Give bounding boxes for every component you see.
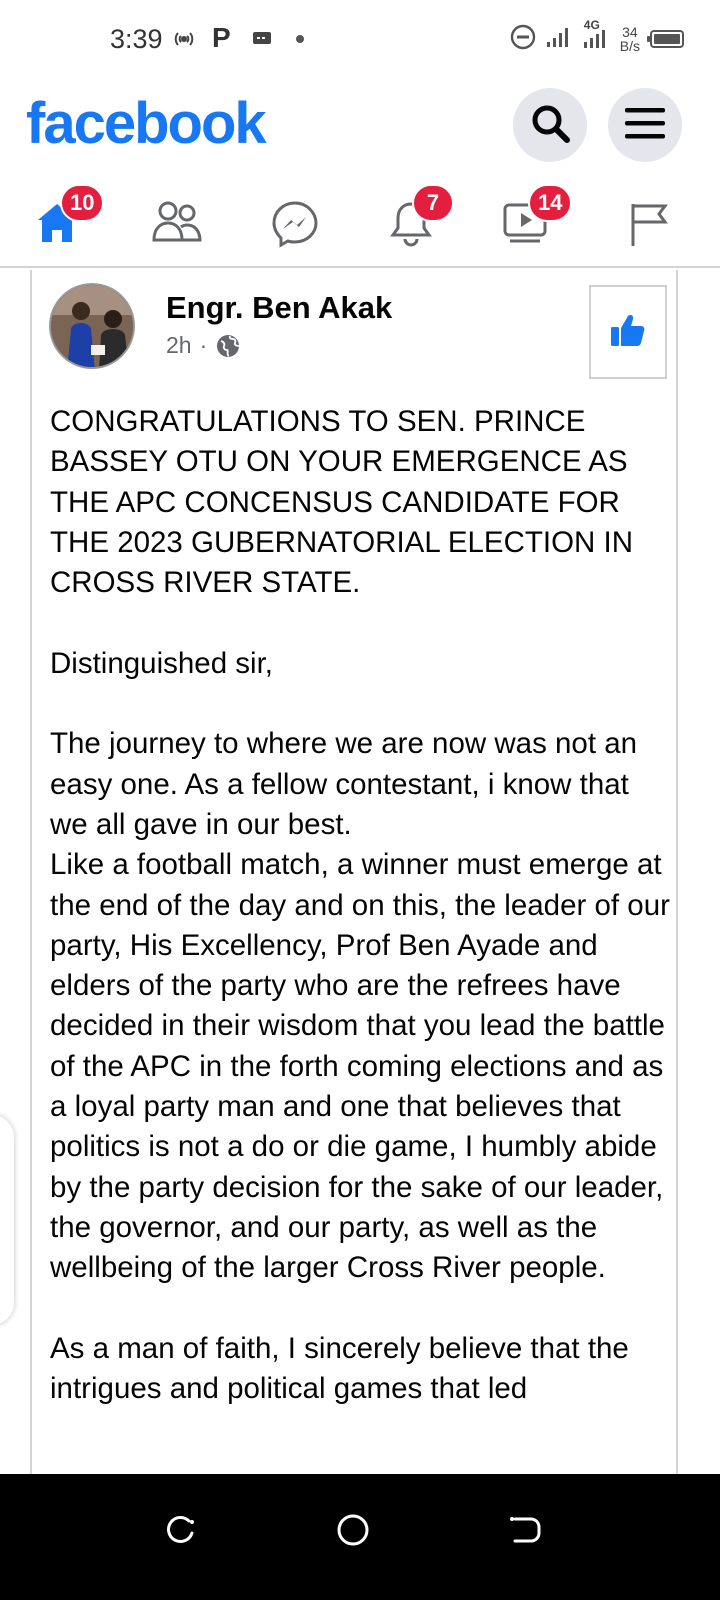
post-paragraph: As a man of faith, I sincerely believe t… — [50, 1331, 629, 1406]
hotspot-icon — [172, 30, 196, 53]
watch-badge: 14 — [528, 184, 573, 222]
avatar[interactable] — [49, 283, 135, 369]
thumbs-up-icon — [610, 313, 646, 352]
tab-pages[interactable] — [594, 180, 704, 266]
tab-friends[interactable] — [122, 180, 232, 266]
menu-button[interactable] — [608, 88, 682, 162]
network-speed: 34 B/s — [620, 25, 640, 53]
signal-icon — [546, 26, 572, 53]
flag-icon — [627, 200, 671, 248]
do-not-disturb-icon — [510, 24, 536, 55]
speed-unit: B/s — [619, 38, 640, 54]
network-type: 4G — [583, 17, 600, 32]
notifications-badge: 7 — [412, 184, 454, 222]
home-circle-icon — [336, 1513, 370, 1552]
battery-icon — [647, 30, 684, 48]
home-nav-button[interactable] — [323, 1502, 383, 1562]
message-icon — [252, 31, 272, 52]
app-header: facebook — [0, 80, 720, 170]
edge-panel-handle[interactable] — [0, 1115, 14, 1325]
tab-messenger[interactable] — [240, 180, 350, 266]
main-nav-tabs: 10 7 14 — [0, 180, 720, 268]
dot-icon — [296, 35, 304, 43]
post-meta: 2h · — [166, 332, 241, 359]
tab-watch[interactable]: 14 — [472, 180, 582, 266]
post-time[interactable]: 2h — [166, 332, 192, 359]
recents-button[interactable] — [150, 1502, 210, 1562]
recents-icon — [163, 1515, 197, 1550]
post-paragraph: The journey to where we are now was not … — [50, 727, 670, 1285]
messenger-icon — [271, 200, 319, 248]
back-icon — [507, 1515, 541, 1550]
back-button[interactable] — [494, 1502, 554, 1562]
search-icon — [529, 102, 571, 149]
page-like-button[interactable] — [589, 285, 667, 379]
meta-separator: · — [199, 332, 208, 358]
status-right: 4G 34 B/s — [510, 18, 684, 56]
p-icon: P — [212, 22, 231, 53]
android-nav-bar — [0, 1474, 720, 1600]
tab-notifications[interactable]: 7 — [356, 180, 466, 266]
search-button[interactable] — [513, 88, 587, 162]
status-time: 3:39 — [110, 24, 163, 54]
post-paragraph: CONGRATULATIONS TO SEN. PRINCE BASSEY OT… — [50, 405, 634, 600]
menu-icon — [625, 106, 665, 145]
friends-icon — [151, 200, 203, 244]
post-card: Engr. Ben Akak 2h · CONGRATULATIONS TO S… — [30, 270, 678, 1480]
tab-home[interactable]: 10 — [2, 180, 112, 266]
post-body: CONGRATULATIONS TO SEN. PRINCE BASSEY OT… — [50, 402, 670, 1409]
post-paragraph: Distinguished sir, — [50, 646, 273, 680]
status-bar: 3:39 P 4G 34 B/s — [0, 0, 720, 80]
globe-icon — [215, 333, 241, 359]
home-badge: 10 — [60, 184, 105, 222]
post-author[interactable]: Engr. Ben Akak — [166, 290, 392, 326]
signal-4g-icon: 4G — [582, 18, 610, 55]
facebook-logo[interactable]: facebook — [26, 90, 267, 157]
